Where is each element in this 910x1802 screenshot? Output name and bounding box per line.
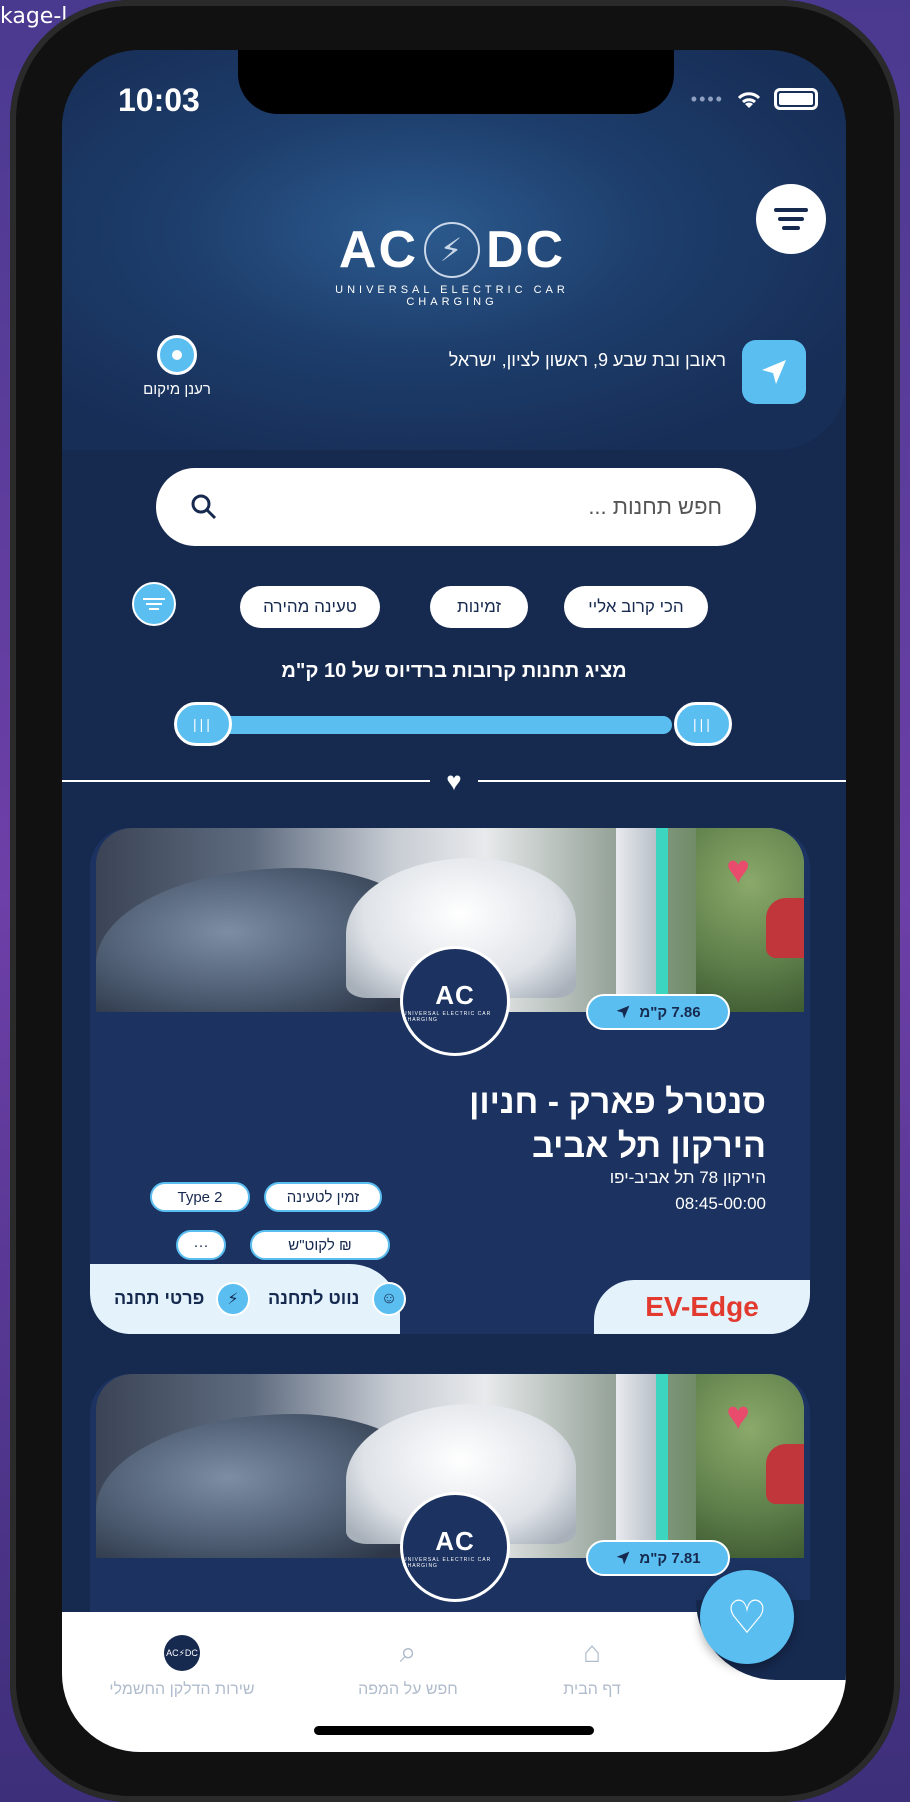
- tab-service[interactable]: AC⚡DC שירות הדלקן החשמלי: [92, 1635, 272, 1699]
- current-address: ראובן ובת שבע 9, ראשון לציון, ישראל: [448, 350, 726, 370]
- charger-icon: ⚡: [216, 1282, 250, 1316]
- refresh-location-button[interactable]: רענן מיקום: [122, 335, 232, 398]
- wifi-icon: [737, 92, 761, 108]
- lightning-icon: ⚡: [424, 222, 480, 278]
- chip-fast-charging[interactable]: טעינה מהירה: [240, 586, 380, 628]
- app-screen: AC ⚡ DC UNIVERSAL ELECTRIC CAR CHARGING …: [62, 50, 846, 1752]
- distance-badge: 7.86 ק"מ: [586, 994, 730, 1030]
- card-actions: ☺ נווט לתחנה ⚡ פרטי תחנה: [90, 1264, 406, 1334]
- tag-more-button[interactable]: ···: [176, 1230, 226, 1260]
- navigation-arrow-icon: [617, 1551, 630, 1565]
- home-indicator: [314, 1726, 594, 1735]
- heart-icon: ♡: [726, 1591, 768, 1643]
- target-icon: [157, 335, 197, 375]
- status-time: 10:03: [118, 82, 200, 118]
- tab-map-search[interactable]: ⌕ חפש על המפה: [318, 1635, 498, 1699]
- logo-subtitle: UNIVERSAL ELECTRIC CAR CHARGING: [335, 284, 569, 308]
- station-details-button[interactable]: פרטי תחנה: [114, 1288, 204, 1309]
- app-logo: AC ⚡ DC UNIVERSAL ELECTRIC CAR CHARGING: [312, 220, 592, 308]
- tag-available: זמין לטעינה: [264, 1182, 382, 1212]
- favorites-heart-icon: ♥: [430, 766, 478, 796]
- menu-icon: [774, 208, 808, 212]
- phone-notch: [238, 50, 674, 114]
- filter-icon: [143, 598, 165, 600]
- menu-button[interactable]: [756, 184, 826, 254]
- favorite-heart-icon[interactable]: ♥: [726, 1396, 750, 1436]
- search-icon[interactable]: [190, 493, 218, 521]
- app-logo-icon: AC⚡DC: [164, 1635, 200, 1671]
- search-bar: [156, 468, 756, 546]
- chip-availability[interactable]: זמינות: [430, 586, 528, 628]
- provider-name: EV-Edge: [594, 1280, 810, 1334]
- navigate-to-station-button[interactable]: נווט לתחנה: [268, 1288, 359, 1309]
- tag-connector-type: Type 2: [150, 1182, 250, 1212]
- navigation-arrow-icon: [617, 1005, 630, 1019]
- waze-icon[interactable]: ☺: [372, 1282, 406, 1316]
- station-card[interactable]: ♥ AC UNIVERSAL ELECTRIC CAR CHARGING 7.8…: [90, 828, 810, 1334]
- filter-button[interactable]: [132, 582, 176, 626]
- tag-price: ₪ לקוט"ש: [250, 1230, 390, 1260]
- search-icon: ⌕: [399, 1636, 417, 1669]
- chip-closest[interactable]: הכי קרוב אליי: [564, 586, 708, 628]
- home-icon: ⌂: [582, 1636, 602, 1669]
- favorite-heart-icon[interactable]: ♥: [726, 850, 750, 890]
- signal-icon: ••••: [690, 88, 724, 109]
- battery-icon: [774, 88, 818, 110]
- distance-badge: 7.81 ק"מ: [586, 1540, 730, 1576]
- radius-slider-handle-max[interactable]: |||: [674, 702, 732, 746]
- station-title: סנטרל פארק - חניון הירקון תל אביב: [469, 1083, 766, 1166]
- status-icons: ••••: [691, 88, 818, 110]
- radius-slider-track[interactable]: [182, 716, 672, 734]
- station-address: הירקון 78 תל אביב-יפו: [609, 1168, 766, 1187]
- radius-label: מציג תחנות קרובות ברדיוס של 10 ק"מ: [281, 660, 627, 682]
- tab-home[interactable]: ⌂ דף הבית: [502, 1635, 682, 1699]
- navigation-arrow-icon: [762, 360, 786, 384]
- radius-slider-handle-min[interactable]: |||: [174, 702, 232, 746]
- search-input[interactable]: [218, 494, 722, 520]
- station-hours: 08:45-00:00: [675, 1194, 766, 1213]
- provider-logo: AC UNIVERSAL ELECTRIC CAR CHARGING: [400, 1492, 510, 1602]
- favorites-button[interactable]: ♡: [700, 1570, 794, 1664]
- provider-logo: AC UNIVERSAL ELECTRIC CAR CHARGING: [400, 946, 510, 1056]
- navigate-location-button[interactable]: [742, 340, 806, 404]
